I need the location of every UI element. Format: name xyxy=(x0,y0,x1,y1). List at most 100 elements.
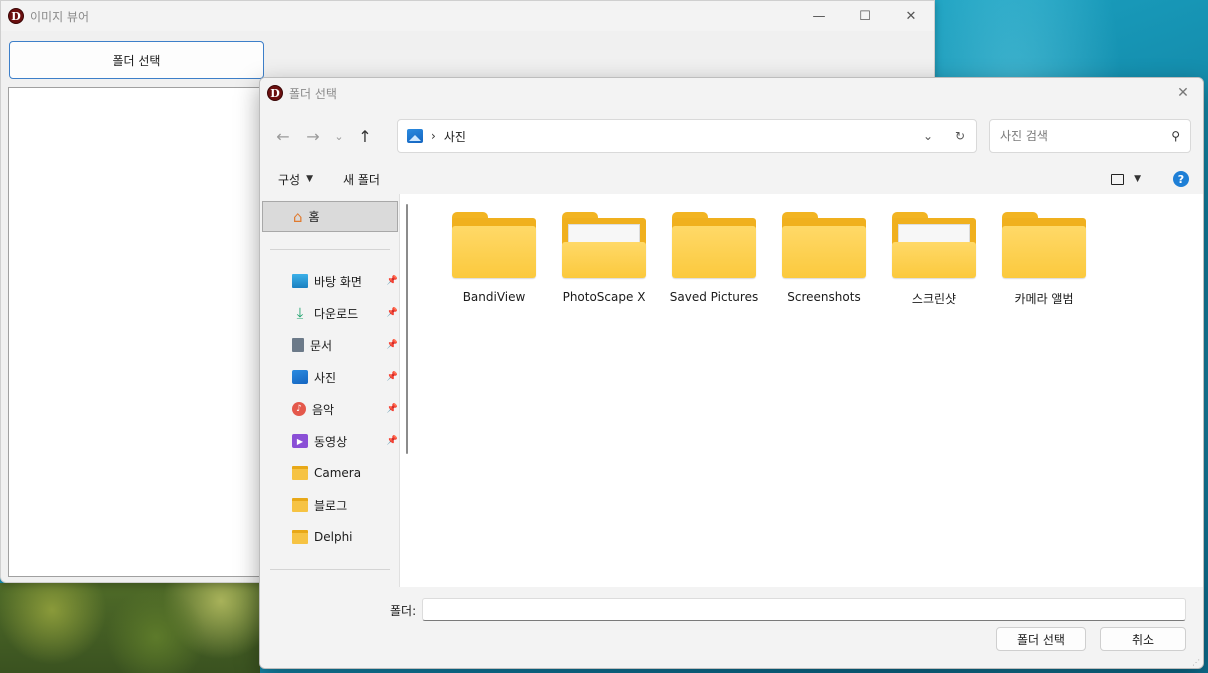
dialog-title: 폴더 선택 xyxy=(289,86,337,101)
view-mode-icon[interactable] xyxy=(1111,173,1125,185)
pin-icon: 📌 xyxy=(386,276,398,286)
app-logo-icon: D xyxy=(8,8,24,24)
image-display-area xyxy=(8,87,268,577)
breadcrumb-separator-icon: › xyxy=(431,129,436,143)
minimize-button[interactable]: — xyxy=(796,1,842,31)
folder-item[interactable]: Saved Pictures xyxy=(662,212,766,322)
folder-icon xyxy=(292,466,308,480)
resize-grip-icon[interactable]: ⋰ xyxy=(1192,658,1200,667)
folder-item[interactable]: PhotoScape X xyxy=(552,212,656,322)
nav-item-label: 블로그 xyxy=(314,498,348,513)
folder-icon xyxy=(292,498,308,512)
folder-name: Saved Pictures xyxy=(669,290,759,304)
download-icon: ⤓ xyxy=(296,304,304,322)
folder-icon xyxy=(1002,212,1086,280)
search-box[interactable]: ⚲ xyxy=(989,119,1191,153)
pin-icon: 📌 xyxy=(386,404,398,414)
maximize-button[interactable]: ☐ xyxy=(842,1,888,31)
organize-menu-button[interactable]: 구성 ▼ xyxy=(278,171,313,188)
nav-item-label: 사진 xyxy=(314,370,337,385)
refresh-icon[interactable]: ↻ xyxy=(944,120,976,152)
nav-item-blog[interactable]: 블로그 xyxy=(292,494,398,516)
back-arrow-icon[interactable]: ← xyxy=(268,121,298,151)
address-bar[interactable]: › 사진 ⌄ ↻ xyxy=(397,119,977,153)
home-icon: ⌂ xyxy=(293,207,303,226)
folder-item[interactable]: BandiView xyxy=(442,212,546,322)
pin-icon: 📌 xyxy=(386,308,398,318)
documents-icon xyxy=(292,338,304,352)
nav-item-label: Camera xyxy=(314,466,362,480)
nav-item-pictures[interactable]: 사진 📌 xyxy=(292,366,398,388)
dialog-titlebar: D 폴더 선택 ✕ xyxy=(260,78,1203,108)
pin-icon: 📌 xyxy=(386,436,398,446)
nav-item-downloads[interactable]: ⤓ 다운로드 📌 xyxy=(292,302,398,324)
music-icon: ♪ xyxy=(292,402,306,416)
nav-pane-scrollbar[interactable] xyxy=(406,204,408,454)
folder-icon xyxy=(672,212,756,280)
nav-item-label: Delphi xyxy=(314,530,353,544)
nav-item-label: 음악 xyxy=(312,402,335,417)
folder-content-area: BandiView PhotoScape X Saved Pictures Sc… xyxy=(420,194,1203,587)
pin-icon: 📌 xyxy=(386,372,398,382)
nav-item-label: 다운로드 xyxy=(314,306,359,321)
dialog-footer: 폴더: 폴더 선택 취소 ⋰ xyxy=(260,587,1203,668)
folder-select-dialog: D 폴더 선택 ✕ ← → ⌄ ↑ › 사진 ⌄ ↻ ⚲ 구성 ▼ 새 폴더 ▼… xyxy=(259,77,1204,669)
nav-item-label: 바탕 화면 xyxy=(314,274,362,289)
folder-name: 스크린샷 xyxy=(911,292,957,306)
forward-arrow-icon[interactable]: → xyxy=(298,121,328,151)
folder-name: BandiView xyxy=(462,290,526,304)
nav-divider xyxy=(270,569,390,570)
nav-item-label: 동영상 xyxy=(314,434,348,449)
desktop-icon xyxy=(292,274,308,288)
folder-icon xyxy=(892,212,976,280)
breadcrumb-pictures[interactable]: 사진 xyxy=(444,128,466,145)
pictures-icon xyxy=(292,370,308,384)
dialog-close-button[interactable]: ✕ xyxy=(1163,78,1203,108)
folder-item[interactable]: Screenshots xyxy=(772,212,876,322)
nav-divider xyxy=(270,249,390,250)
address-dropdown-chevron-icon[interactable]: ⌄ xyxy=(912,120,944,152)
view-mode-caret-icon[interactable]: ▼ xyxy=(1134,174,1141,184)
app-titlebar: D 이미지 뷰어 — ☐ ✕ xyxy=(1,1,934,31)
folder-item[interactable]: 카메라 앨범 xyxy=(992,212,1096,322)
nav-item-home[interactable]: ⌂ 홈 xyxy=(262,201,398,232)
app-title: 이미지 뷰어 xyxy=(30,9,90,24)
nav-item-desktop[interactable]: 바탕 화면 📌 xyxy=(292,270,398,292)
folder-name: 카메라 앨범 xyxy=(1014,292,1074,306)
window-controls: — ☐ ✕ xyxy=(796,1,934,31)
nav-item-camera[interactable]: Camera xyxy=(292,462,398,484)
folder-name: Screenshots xyxy=(787,290,861,304)
confirm-select-folder-button[interactable]: 폴더 선택 xyxy=(996,627,1086,651)
dialog-body: ⌂ 홈 바탕 화면 📌 ⤓ 다운로드 📌 문서 📌 사진 📌 ♪ 음악 📌 ▶ … xyxy=(260,194,1203,587)
up-arrow-icon[interactable]: ↑ xyxy=(350,121,380,151)
organize-label: 구성 xyxy=(278,172,301,187)
nav-item-label: 문서 xyxy=(310,338,333,353)
search-input[interactable] xyxy=(1000,129,1160,143)
organize-caret-icon: ▼ xyxy=(306,174,314,184)
help-icon[interactable]: ? xyxy=(1173,171,1189,187)
pin-icon: 📌 xyxy=(386,340,398,350)
recent-locations-chevron-icon[interactable]: ⌄ xyxy=(328,121,350,151)
search-icon[interactable]: ⚲ xyxy=(1171,129,1180,143)
cancel-button[interactable]: 취소 xyxy=(1100,627,1186,651)
nav-item-music[interactable]: ♪ 음악 📌 xyxy=(292,398,398,420)
folder-icon xyxy=(292,530,308,544)
desktop-wallpaper-land xyxy=(0,583,260,673)
navigation-pane: ⌂ 홈 바탕 화면 📌 ⤓ 다운로드 📌 문서 📌 사진 📌 ♪ 음악 📌 ▶ … xyxy=(260,194,400,587)
nav-item-videos[interactable]: ▶ 동영상 📌 xyxy=(292,430,398,452)
pictures-icon xyxy=(407,129,423,143)
videos-icon: ▶ xyxy=(292,434,308,448)
folder-item[interactable]: 스크린샷 xyxy=(882,212,986,322)
select-folder-button[interactable]: 폴더 선택 xyxy=(9,41,264,79)
folder-icon xyxy=(562,212,646,280)
nav-item-delphi[interactable]: Delphi xyxy=(292,526,398,548)
folder-name: PhotoScape X xyxy=(562,290,646,304)
folder-name-input[interactable] xyxy=(423,599,1185,620)
command-bar: 구성 ▼ 새 폴더 ▼ ? xyxy=(260,164,1203,194)
folder-field-label: 폴더: xyxy=(390,604,417,618)
folder-field[interactable] xyxy=(422,598,1186,621)
nav-item-documents[interactable]: 문서 📌 xyxy=(292,334,398,356)
new-folder-button[interactable]: 새 폴더 xyxy=(343,171,380,188)
nav-home-label: 홈 xyxy=(308,210,320,224)
close-button[interactable]: ✕ xyxy=(888,1,934,31)
